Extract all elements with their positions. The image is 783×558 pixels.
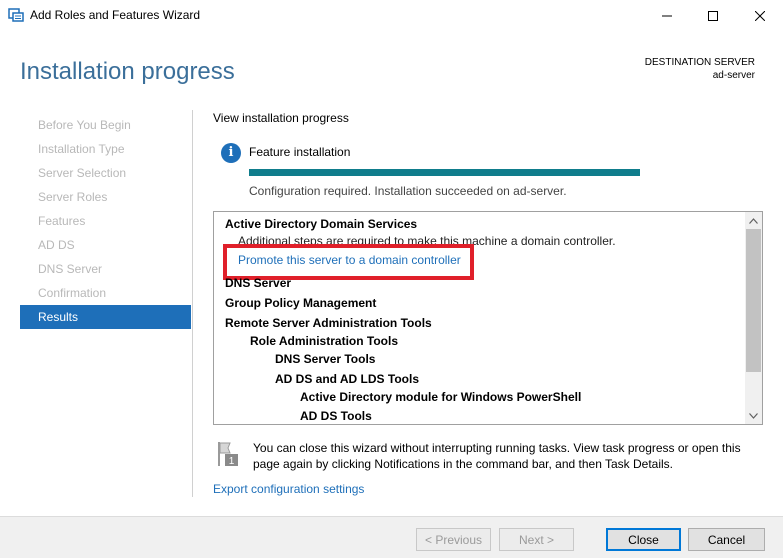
scroll-up-button[interactable] xyxy=(745,212,762,229)
nav-step-server-roles[interactable]: Server Roles xyxy=(20,185,191,209)
view-progress-label: View installation progress xyxy=(213,111,349,125)
previous-button[interactable]: < Previous xyxy=(416,528,491,551)
nav-step-before-you-begin[interactable]: Before You Begin xyxy=(20,113,191,137)
results-scrollbar[interactable] xyxy=(745,212,762,424)
title-bar: Add Roles and Features Wizard xyxy=(0,0,783,31)
installation-progress-bar xyxy=(249,169,640,176)
wizard-footer: < Previous Next > Close Cancel xyxy=(0,516,783,558)
export-configuration-link[interactable]: Export configuration settings xyxy=(213,482,364,496)
feature-installation-label: Feature installation xyxy=(249,145,351,159)
minimize-icon xyxy=(662,15,672,16)
result-group-policy: Group Policy Management xyxy=(225,296,377,310)
highlight-box xyxy=(223,244,474,280)
page-title: Installation progress xyxy=(20,58,235,85)
notification-count: 1 xyxy=(229,456,235,467)
chevron-up-icon xyxy=(749,217,758,224)
minimize-button[interactable] xyxy=(644,0,690,31)
next-button[interactable]: Next > xyxy=(499,528,574,551)
notification-flag-icon: 1 xyxy=(218,442,238,467)
result-role-admin-tools: Role Administration Tools xyxy=(250,334,399,348)
destination-server-label: DESTINATION SERVER xyxy=(644,57,755,68)
scroll-down-button[interactable] xyxy=(745,407,762,424)
nav-step-installation-type[interactable]: Installation Type xyxy=(20,137,191,161)
nav-step-features[interactable]: Features xyxy=(20,209,191,233)
destination-server-name: ad-server xyxy=(712,70,755,81)
results-list[interactable]: Active Directory Domain Services Additio… xyxy=(213,211,763,425)
result-ad-ds-title: Active Directory Domain Services xyxy=(225,217,418,231)
nav-step-ad-ds[interactable]: AD DS xyxy=(20,233,191,257)
installation-status-text: Configuration required. Installation suc… xyxy=(249,184,567,198)
nav-step-dns-server[interactable]: DNS Server xyxy=(20,257,191,281)
wizard-steps-nav: Before You Begin Installation Type Serve… xyxy=(20,113,191,329)
server-manager-icon xyxy=(8,8,24,22)
close-wizard-notice: You can close this wizard without interr… xyxy=(253,441,741,471)
maximize-button[interactable] xyxy=(690,0,736,31)
maximize-icon xyxy=(708,10,718,21)
result-ad-ds-tools: AD DS Tools xyxy=(300,409,372,423)
result-dns-tools: DNS Server Tools xyxy=(275,352,376,366)
close-window-button[interactable] xyxy=(737,0,783,31)
result-rsat: Remote Server Administration Tools xyxy=(225,316,432,330)
result-ad-ds-lds-tools: AD DS and AD LDS Tools xyxy=(275,372,419,386)
nav-divider xyxy=(192,110,193,497)
result-ad-module-powershell: Active Directory module for Windows Powe… xyxy=(300,390,582,404)
progress-bar-fill xyxy=(249,169,640,176)
result-dns-server: DNS Server xyxy=(225,276,292,290)
wizard-header: Installation progress DESTINATION SERVER… xyxy=(0,31,783,98)
window-title: Add Roles and Features Wizard xyxy=(30,8,201,22)
scrollbar-thumb[interactable] xyxy=(746,229,761,372)
nav-step-results[interactable]: Results xyxy=(20,305,191,329)
close-icon xyxy=(755,10,765,21)
close-button[interactable]: Close xyxy=(606,528,681,551)
chevron-down-icon xyxy=(749,412,758,419)
nav-step-confirmation[interactable]: Confirmation xyxy=(20,281,191,305)
nav-step-server-selection[interactable]: Server Selection xyxy=(20,161,191,185)
cancel-button[interactable]: Cancel xyxy=(688,528,765,551)
info-icon: i xyxy=(221,143,241,163)
